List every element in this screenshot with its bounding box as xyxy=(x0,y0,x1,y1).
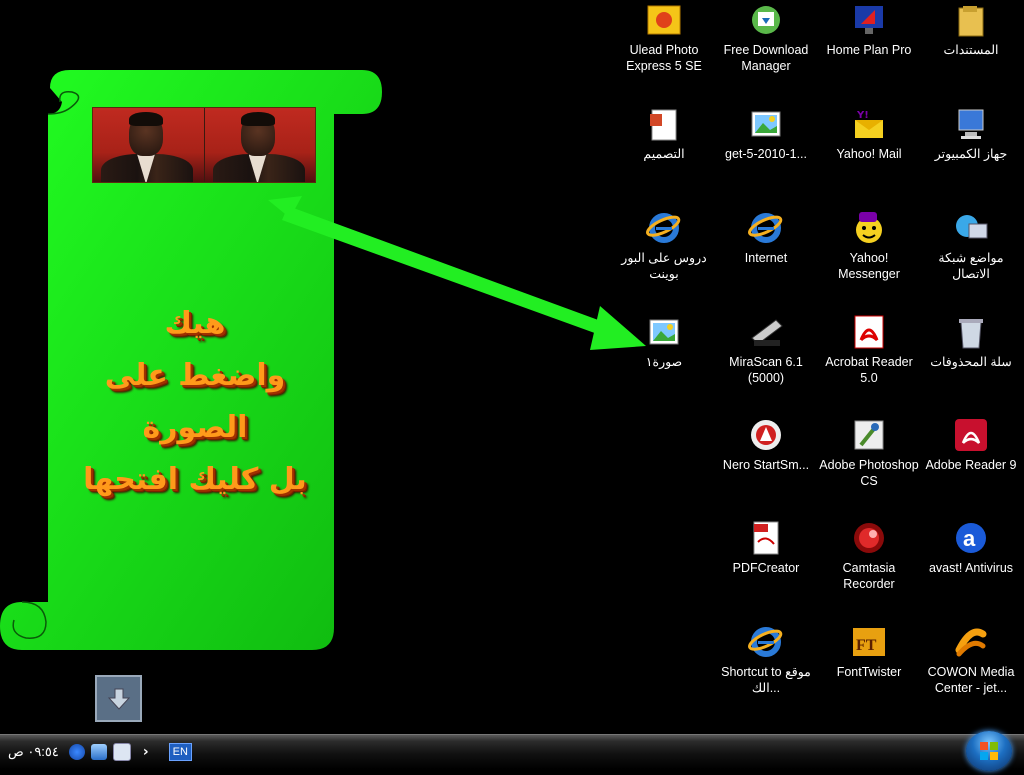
image-icon xyxy=(748,106,784,142)
photo-strip[interactable] xyxy=(92,107,316,183)
desktop-icon-shortcut-to[interactable]: Shortcut to موقع الك... xyxy=(716,624,816,696)
desktop-icon-label: صورة١ xyxy=(645,355,683,369)
desktop-icon-get-5-2010-1[interactable]: get-5-2010-1... xyxy=(716,106,816,162)
desktop-icon-item-12[interactable]: صورة١ xyxy=(614,314,714,370)
folder-icon xyxy=(953,2,989,38)
desktop-icon-label: Nero StartSm... xyxy=(722,458,810,472)
desktop-icon-label: التصميم xyxy=(643,147,685,161)
banner-line: بل كليك افتحها xyxy=(83,462,307,497)
chevron-left-icon[interactable]: › xyxy=(143,744,149,760)
computer-icon xyxy=(953,106,989,142)
desktop-icon-label: سلة المحذوفات xyxy=(930,355,1012,369)
desktop-icon-label: Shortcut to موقع الك... xyxy=(721,665,811,695)
desktop-icon-label: دروس على البور بوينت xyxy=(621,251,707,281)
desktop-icon-mirascan-6-1-5000[interactable]: MiraScan 6.1 (5000) xyxy=(716,314,816,386)
svg-text:Y!: Y! xyxy=(856,110,869,121)
photoshop-icon xyxy=(851,417,887,453)
desktop-icon-label: Internet xyxy=(744,251,788,265)
desktop-icon-label: avast! Antivirus xyxy=(928,561,1014,575)
desktop-icon-avast-antivirus[interactable]: a avast! Antivirus xyxy=(921,520,1021,576)
adobe-reader-icon xyxy=(953,417,989,453)
powerpoint-icon xyxy=(646,106,682,142)
yahoo-messenger-icon xyxy=(851,210,887,246)
desktop-icon-label: Yahoo! Messenger xyxy=(838,251,900,281)
arrow-down-icon xyxy=(107,688,130,710)
desktop-icon-label: مواضع شبكة الاتصال xyxy=(938,251,1004,281)
scanner-icon xyxy=(748,314,784,350)
camtasia-icon xyxy=(851,520,887,556)
cowon-icon xyxy=(953,624,989,660)
green-arrow xyxy=(268,196,646,350)
desktop-icon-label: Camtasia Recorder xyxy=(842,561,896,591)
desktop-icon-label: Home Plan Pro xyxy=(826,43,912,57)
svg-text:FT: FT xyxy=(856,637,877,654)
homeplan-icon xyxy=(851,2,887,38)
fdm-icon xyxy=(748,2,784,38)
desktop-icon-label: FontTwister xyxy=(836,665,902,679)
image-icon xyxy=(646,314,682,350)
desktop-icon-label: Adobe Reader 9 xyxy=(925,458,1017,472)
desktop-icon-item-11[interactable]: مواضع شبكة الاتصال xyxy=(921,210,1021,282)
clock[interactable]: ٠٩:٥٤ ص xyxy=(8,744,59,760)
desktop-icon-label: Yahoo! Mail xyxy=(836,147,902,161)
acrobat-icon xyxy=(851,314,887,350)
system-tray: ٠٩:٥٤ ص › EN xyxy=(8,735,192,769)
desktop-icon-label: Free Download Manager xyxy=(723,43,809,73)
desktop-icon-fonttwister[interactable]: FT FontTwister xyxy=(819,624,919,680)
nero-icon xyxy=(748,417,784,453)
desktop-icon-home-plan-pro[interactable]: Home Plan Pro xyxy=(819,2,919,58)
desktop-icon-label: جهاز الكمبيوتر xyxy=(934,147,1008,161)
network-tray-icon[interactable] xyxy=(90,744,107,760)
desktop-icon-item-8[interactable]: دروس على البور بوينت xyxy=(614,210,714,282)
fonttwister-icon: FT xyxy=(851,624,887,660)
desktop-icon-camtasia-recorder[interactable]: Camtasia Recorder xyxy=(819,520,919,592)
desktop-icon-pdfcreator[interactable]: PDFCreator xyxy=(716,520,816,576)
desktop-icon-item-7[interactable]: جهاز الكمبيوتر xyxy=(921,106,1021,162)
desktop-icon-item-3[interactable]: المستندات xyxy=(921,2,1021,58)
monitor-tray-icon[interactable] xyxy=(112,743,131,761)
desktop-icon-label: MiraScan 6.1 (5000) xyxy=(729,355,803,385)
scroll-down-button[interactable] xyxy=(95,675,142,722)
desktop-icon-label: COWON Media Center - jet... xyxy=(927,665,1015,695)
start-button[interactable] xyxy=(966,731,1012,771)
desktop-icon-yahoo-mail[interactable]: Y! Yahoo! Mail xyxy=(819,106,919,162)
desktop-icon-ulead-photo-express-5-se[interactable]: Ulead Photo Express 5 SE xyxy=(614,2,714,74)
desktop-icon-label: get-5-2010-1... xyxy=(725,147,807,161)
ie-icon xyxy=(748,210,784,246)
recycle-bin-icon xyxy=(953,314,989,350)
desktop-icon-internet[interactable]: Internet xyxy=(716,210,816,266)
avast-tray-icon[interactable] xyxy=(68,744,85,760)
windows-logo-icon xyxy=(980,742,998,760)
desktop-icon-item-4[interactable]: التصميم xyxy=(614,106,714,162)
desktop-icon-cowon-media-center-jet[interactable]: COWON Media Center - jet... xyxy=(921,624,1021,696)
desktop-icon-item-15[interactable]: سلة المحذوفات xyxy=(921,314,1021,370)
desktop-icon-adobe-reader-9[interactable]: Adobe Reader 9 xyxy=(921,417,1021,473)
desktop-icon-label: Ulead Photo Express 5 SE xyxy=(626,43,702,73)
desktop-icon-adobe-photoshop-cs[interactable]: Adobe Photoshop CS xyxy=(819,417,919,489)
portrait-photo xyxy=(204,108,315,182)
desktop-icon-label: PDFCreator xyxy=(732,561,800,575)
desktop-icon-label: Acrobat Reader 5.0 xyxy=(825,355,913,385)
desktop-icon-label: Adobe Photoshop CS xyxy=(819,458,919,488)
ie-icon xyxy=(646,210,682,246)
svg-text:a: a xyxy=(963,526,976,551)
desktop-icon-label: المستندات xyxy=(943,43,999,57)
ie-icon xyxy=(748,624,784,660)
avast-icon: a xyxy=(953,520,989,556)
desktop-icon-free-download-manager[interactable]: Free Download Manager xyxy=(716,2,816,74)
desktop-icon-acrobat-reader-5-0[interactable]: Acrobat Reader 5.0 xyxy=(819,314,919,386)
ulead-icon xyxy=(646,2,682,38)
taskbar: ٠٩:٥٤ ص › EN xyxy=(0,731,1024,771)
desktop-icon-yahoo-messenger[interactable]: Yahoo! Messenger xyxy=(819,210,919,282)
desktop-icon-nero-startsm[interactable]: Nero StartSm... xyxy=(716,417,816,473)
pdfcreator-icon xyxy=(748,520,784,556)
yahoo-mail-icon: Y! xyxy=(851,106,887,142)
portrait-photo xyxy=(93,108,205,182)
desktop: هيك واضغط على الصورة بل كليك افتحها Ulea… xyxy=(0,0,1024,734)
language-indicator[interactable]: EN xyxy=(168,743,192,761)
banner-line: واضغط على الصورة xyxy=(104,358,286,445)
network-icon xyxy=(953,210,989,246)
